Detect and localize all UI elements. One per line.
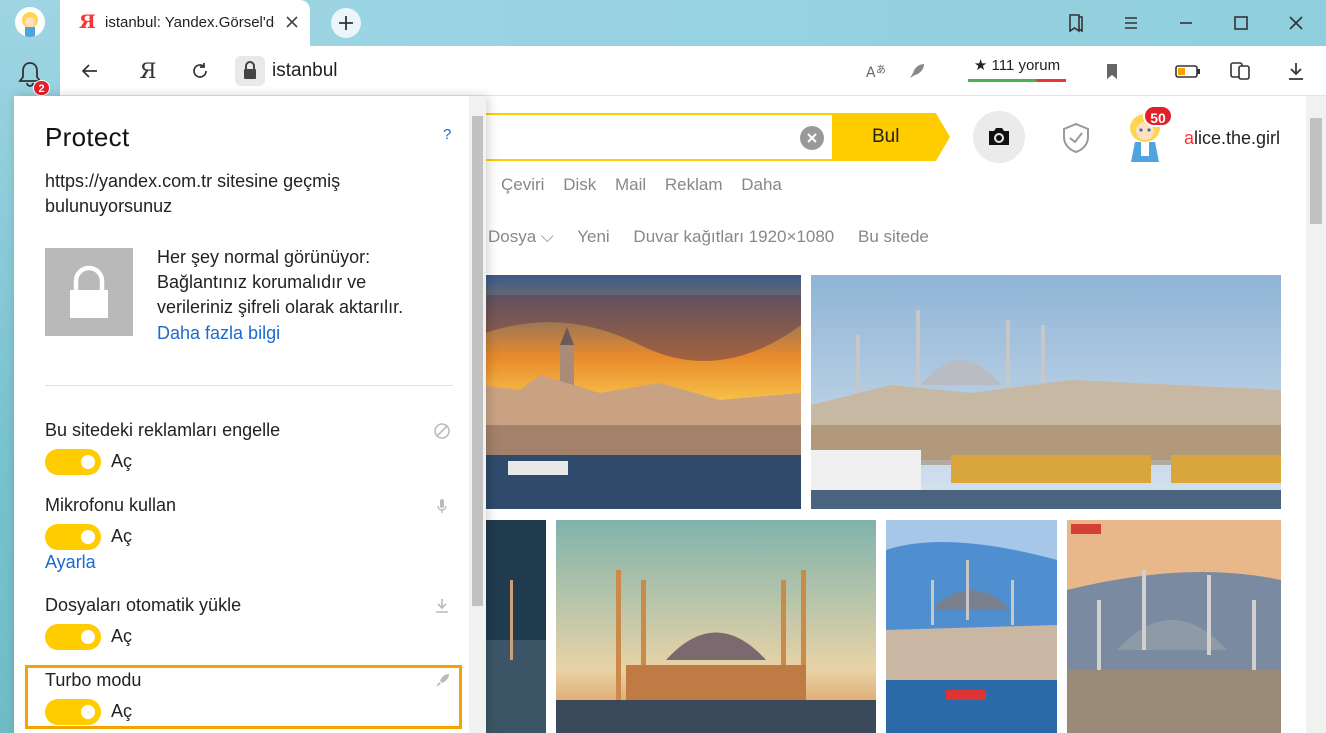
panel-scrollbar[interactable] (469, 96, 486, 733)
yandex-favicon-icon: Я (79, 11, 96, 33)
image-result-aerial-mosque[interactable] (1067, 520, 1281, 733)
service-link-daha[interactable]: Daha (741, 175, 782, 194)
toggle-state-label: Aç (111, 701, 133, 721)
toggle-knob (81, 455, 95, 469)
battery-saver-icon[interactable] (1174, 59, 1200, 83)
url-field[interactable]: istanbul (272, 60, 338, 82)
setting-label: Bu sitedeki reklamları engelle (45, 420, 281, 440)
image-result-galata-sunset[interactable] (480, 275, 801, 509)
more-info-link[interactable]: Daha fazla bilgi (157, 323, 280, 344)
help-link[interactable]: ? (443, 126, 451, 143)
secure-lock-icon (45, 248, 133, 336)
site-rating-reviews[interactable]: ★ 111 yorum (968, 56, 1066, 82)
panel-scrollbar-thumb[interactable] (472, 116, 483, 606)
toggle-knob (81, 630, 95, 644)
setting-label: Dosyaları otomatik yükle (45, 595, 242, 615)
toggle-state-label: Aç (111, 626, 133, 646)
toggle-state-label: Aç (111, 526, 133, 546)
toggle-knob (81, 530, 95, 544)
protect-panel: Protect ? https://yandex.com.tr sitesine… (14, 96, 486, 733)
tab-close-icon[interactable] (282, 12, 302, 32)
notification-count-badge: 2 (33, 80, 50, 96)
service-link-ceviri[interactable]: Çeviri (501, 175, 544, 194)
reload-icon[interactable] (188, 59, 212, 83)
auto-download-toggle[interactable] (45, 624, 101, 650)
clear-search-icon[interactable] (800, 126, 824, 150)
protect-shield-icon[interactable] (1061, 122, 1091, 154)
setting-label: Turbo modu (45, 670, 142, 690)
extensions-icon[interactable] (1228, 59, 1252, 83)
block-ads-toggle[interactable] (45, 449, 101, 475)
site-visit-text: https://yandex.com.tr sitesine geçmiş bu… (45, 171, 341, 216)
microphone-settings-link[interactable]: Ayarla (45, 552, 96, 573)
services-menu: Çeviri Disk Mail Reklam Daha (501, 175, 796, 195)
image-filters: Dosya ⌵ Yeni Duvar kağıtları 1920×1080 B… (488, 227, 948, 247)
image-search-camera-icon[interactable] (973, 111, 1025, 163)
maximize-icon[interactable] (1229, 11, 1253, 35)
search-input[interactable] (460, 113, 832, 161)
microphone-toggle[interactable] (45, 524, 101, 550)
tab-bar: Я istanbul: Yandex.Görsel'de (60, 0, 1326, 46)
image-result-night-city[interactable] (480, 520, 546, 733)
translate-icon[interactable]: Aあ (864, 59, 888, 83)
image-result-suleymaniye-ferries[interactable] (811, 275, 1281, 509)
svg-text:あ: あ (876, 64, 886, 76)
new-tab-button[interactable] (331, 8, 361, 38)
tab-title: istanbul: Yandex.Görsel'de (105, 14, 275, 31)
page-scrollbar[interactable] (1306, 96, 1326, 733)
toggle-knob (81, 705, 95, 719)
menu-icon[interactable] (1119, 11, 1143, 35)
filter-dosya[interactable]: Dosya ⌵ (488, 227, 554, 246)
back-arrow-icon[interactable] (78, 59, 102, 83)
profile-avatar-icon[interactable] (15, 7, 45, 37)
filter-wallpapers[interactable]: Duvar kağıtları 1920×1080 (633, 227, 834, 246)
user-name[interactable]: alice.the.girl (1184, 128, 1280, 149)
image-result-sultanahmet-boat[interactable] (886, 520, 1057, 733)
rocket-icon (433, 672, 451, 690)
microphone-icon (433, 497, 451, 515)
setting-label: Mikrofonu kullan (45, 495, 177, 515)
turbo-mode-toggle[interactable] (45, 699, 101, 725)
filter-this-site[interactable]: Bu sitede (858, 227, 929, 246)
search-button[interactable]: Bul (832, 113, 950, 161)
panel-title: Protect (45, 122, 130, 152)
block-icon (433, 422, 451, 440)
user-notification-badge: 50 (1143, 105, 1173, 127)
image-result-blue-mosque[interactable] (556, 520, 876, 733)
rating-label: ★ 111 yorum (973, 57, 1061, 74)
connection-status-text: Her şey normal görünüyor: Bağlantınız ko… (157, 247, 404, 317)
filter-yeni[interactable]: Yeni (577, 227, 609, 246)
bookmark-icon[interactable] (1100, 59, 1124, 83)
service-link-reklam[interactable]: Reklam (665, 175, 723, 194)
toggle-state-label: Aç (111, 451, 133, 471)
rating-bar (968, 79, 1066, 82)
turbo-rocket-icon[interactable] (905, 59, 929, 83)
svg-text:A: A (866, 65, 876, 81)
yandex-home-icon[interactable]: Я (136, 59, 160, 83)
bookmarks-icon[interactable] (1064, 11, 1088, 35)
service-link-disk[interactable]: Disk (563, 175, 596, 194)
tab-istanbul[interactable]: Я istanbul: Yandex.Görsel'de (60, 0, 310, 46)
downloads-icon[interactable] (1284, 59, 1308, 83)
address-bar: Я istanbul Aあ ★ 111 yorum (60, 46, 1326, 96)
page-scrollbar-thumb[interactable] (1310, 118, 1322, 224)
divider (45, 385, 453, 386)
minimize-icon[interactable] (1174, 11, 1198, 35)
close-window-icon[interactable] (1284, 11, 1308, 35)
service-link-mail[interactable]: Mail (615, 175, 646, 194)
download-icon (433, 597, 451, 615)
site-security-lock-button[interactable] (235, 56, 265, 86)
